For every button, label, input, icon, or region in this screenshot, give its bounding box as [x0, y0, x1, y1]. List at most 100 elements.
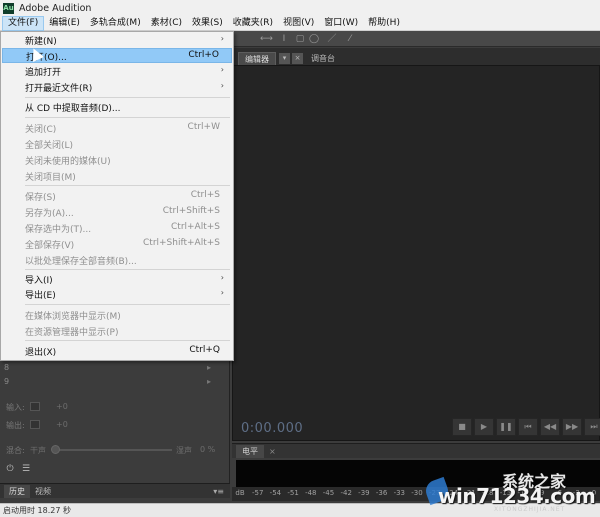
- status-text: 启动用时 18.27 秒: [3, 506, 71, 515]
- tab-history[interactable]: 历史: [4, 484, 30, 498]
- menu-item-exit[interactable]: 退出(X) Ctrl+Q: [2, 344, 232, 359]
- output-level-box[interactable]: [30, 420, 40, 429]
- menu-separator: [25, 97, 230, 98]
- menu-item-close-unused-media[interactable]: 关闭未使用的媒体(U): [2, 153, 232, 168]
- input-label: 输入:: [6, 403, 25, 412]
- output-label: 输出:: [6, 421, 25, 430]
- tool-bar: ⟷ I ▢ ◯ ／ ⁄: [232, 31, 600, 47]
- menu-item-export[interactable]: 导出(E) ›: [2, 287, 232, 302]
- level-scale-tick: -30: [411, 489, 423, 497]
- submenu-arrow-icon: ›: [220, 65, 224, 74]
- menu-item-close-all[interactable]: 全部关闭(L): [2, 137, 232, 152]
- go-to-start-button[interactable]: ⏮: [518, 418, 538, 436]
- rack-slot-8-arrow-icon[interactable]: ▸: [207, 363, 211, 372]
- menu-window[interactable]: 窗口(W): [319, 16, 363, 31]
- level-scale-tick: dB: [235, 489, 245, 497]
- stop-button[interactable]: ■: [452, 418, 472, 436]
- text-cursor-tool-icon[interactable]: I: [278, 33, 290, 45]
- go-to-end-button[interactable]: ⏭: [584, 418, 600, 436]
- menu-item-reveal-explorer[interactable]: 在资源管理器中显示(P): [2, 324, 232, 339]
- output-db-value: +0: [56, 420, 68, 429]
- menu-effects[interactable]: 效果(S): [187, 16, 228, 31]
- watermark: 系统之家 win71234.com XITONGZHIJIA.NET: [422, 470, 600, 513]
- menu-item-save-selection-as[interactable]: 保存选中为(T)... Ctrl+Alt+S: [2, 221, 232, 236]
- level-scale-tick: -33: [393, 489, 406, 497]
- time-selection-tool-icon[interactable]: ⟷: [260, 33, 273, 45]
- menu-favorites[interactable]: 收藏夹(R): [228, 16, 278, 31]
- menu-item-close-project[interactable]: 关闭项目(M): [2, 169, 232, 184]
- tab-levels[interactable]: 电平: [236, 444, 264, 458]
- tab-mixer[interactable]: 调音台: [305, 52, 341, 65]
- submenu-arrow-icon: ›: [220, 273, 224, 282]
- level-scale-tick: -45: [322, 489, 335, 497]
- input-level-box[interactable]: [30, 402, 40, 411]
- menu-item-open-recent[interactable]: 打开最近文件(R) ›: [2, 80, 232, 95]
- rack-toolbar: ⏻ ☰: [4, 463, 36, 475]
- tab-editor[interactable]: 编辑器: [238, 52, 276, 65]
- menu-item-extract-cd[interactable]: 从 CD 中提取音频(D)...: [2, 100, 232, 115]
- rewind-button[interactable]: ◀◀: [540, 418, 560, 436]
- menu-separator: [25, 340, 230, 341]
- dry-label: 干声: [30, 446, 46, 455]
- menu-edit[interactable]: 编辑(E): [44, 16, 85, 31]
- rack-slot-9-arrow-icon[interactable]: ▸: [207, 377, 211, 386]
- lasso-tool-icon[interactable]: ◯: [308, 33, 320, 45]
- menu-multitrack[interactable]: 多轨合成(M): [85, 16, 146, 31]
- brush-tool-icon[interactable]: ／: [326, 33, 338, 45]
- submenu-arrow-icon: ›: [220, 288, 224, 297]
- menu-clip[interactable]: 素材(C): [146, 16, 187, 31]
- submenu-arrow-icon: ›: [220, 81, 224, 90]
- level-scale-tick: -42: [340, 489, 352, 497]
- title-bar: Au Adobe Audition: [0, 0, 600, 16]
- watermark-text: win71234.com: [438, 484, 596, 508]
- level-scale-tick: -57: [251, 489, 264, 497]
- rack-slot-8[interactable]: 8: [4, 363, 9, 375]
- play-button[interactable]: ▶: [474, 418, 494, 436]
- window-title: Adobe Audition: [19, 2, 92, 14]
- menu-help[interactable]: 帮助(H): [363, 16, 405, 31]
- level-scale-tick: -54: [269, 489, 282, 497]
- watermark-sub-text: XITONGZHIJIA.NET: [494, 506, 566, 513]
- menu-item-batch-save[interactable]: 以批处理保存全部音频(B)...: [2, 253, 232, 268]
- submenu-arrow-icon: ›: [220, 34, 224, 43]
- menu-view[interactable]: 视图(V): [278, 16, 319, 31]
- fast-forward-button[interactable]: ▶▶: [562, 418, 582, 436]
- level-scale-tick: -39: [358, 489, 370, 497]
- tab-close-icon[interactable]: ×: [292, 53, 303, 64]
- menu-item-close[interactable]: 关闭(C) Ctrl+W: [2, 121, 232, 136]
- menu-item-save[interactable]: 保存(S) Ctrl+S: [2, 189, 232, 204]
- level-scale-tick: -48: [305, 489, 317, 497]
- editor-panel[interactable]: [232, 65, 600, 441]
- mix-slider-track[interactable]: [56, 449, 172, 451]
- menu-item-append-open[interactable]: 追加打开 ›: [2, 64, 232, 79]
- menu-file[interactable]: 文件(F): [2, 15, 45, 31]
- file-menu-dropdown: 新建(N) › 打开(O)... Ctrl+O 追加打开 › 打开最近文件(R)…: [0, 31, 234, 361]
- list-icon[interactable]: ☰: [20, 463, 32, 475]
- menu-item-reveal-media-browser[interactable]: 在媒体浏览器中显示(M): [2, 308, 232, 323]
- panel-menu-icon[interactable]: ▾≡: [213, 487, 224, 496]
- mix-percent: 0 %: [200, 445, 216, 454]
- menu-bar: 文件(F) 编辑(E) 多轨合成(M) 素材(C) 效果(S) 收藏夹(R) 视…: [0, 15, 600, 31]
- mix-slider-knob[interactable]: [51, 445, 60, 454]
- tab-video[interactable]: 视频: [30, 485, 56, 498]
- tab-dropdown-icon[interactable]: ▾: [279, 53, 290, 64]
- rack-slot-9[interactable]: 9: [4, 377, 9, 389]
- levels-close-icon[interactable]: ×: [269, 447, 276, 456]
- pause-button[interactable]: ❚❚: [496, 418, 516, 436]
- level-scale-tick: -36: [375, 489, 388, 497]
- history-tabbar: 历史 视频 ▾≡: [0, 483, 230, 498]
- menu-separator: [25, 269, 230, 270]
- mix-label: 混合:: [6, 446, 25, 455]
- power-icon[interactable]: ⏻: [4, 463, 16, 475]
- healing-tool-icon[interactable]: ⁄: [344, 33, 356, 45]
- menu-separator: [25, 304, 230, 305]
- time-display: 0:00.000: [241, 421, 304, 436]
- marquee-tool-icon[interactable]: ▢: [294, 33, 306, 45]
- editor-tabbar: 编辑器 ▾ × 调音台: [232, 48, 600, 65]
- level-scale-tick: -51: [287, 489, 299, 497]
- menu-item-save-all[interactable]: 全部保存(V) Ctrl+Shift+Alt+S: [2, 237, 232, 252]
- audition-app-icon: Au: [3, 2, 14, 14]
- input-db-value: +0: [56, 402, 68, 411]
- menu-item-import[interactable]: 导入(I) ›: [2, 272, 232, 287]
- menu-item-save-as[interactable]: 另存为(A)... Ctrl+Shift+S: [2, 205, 232, 220]
